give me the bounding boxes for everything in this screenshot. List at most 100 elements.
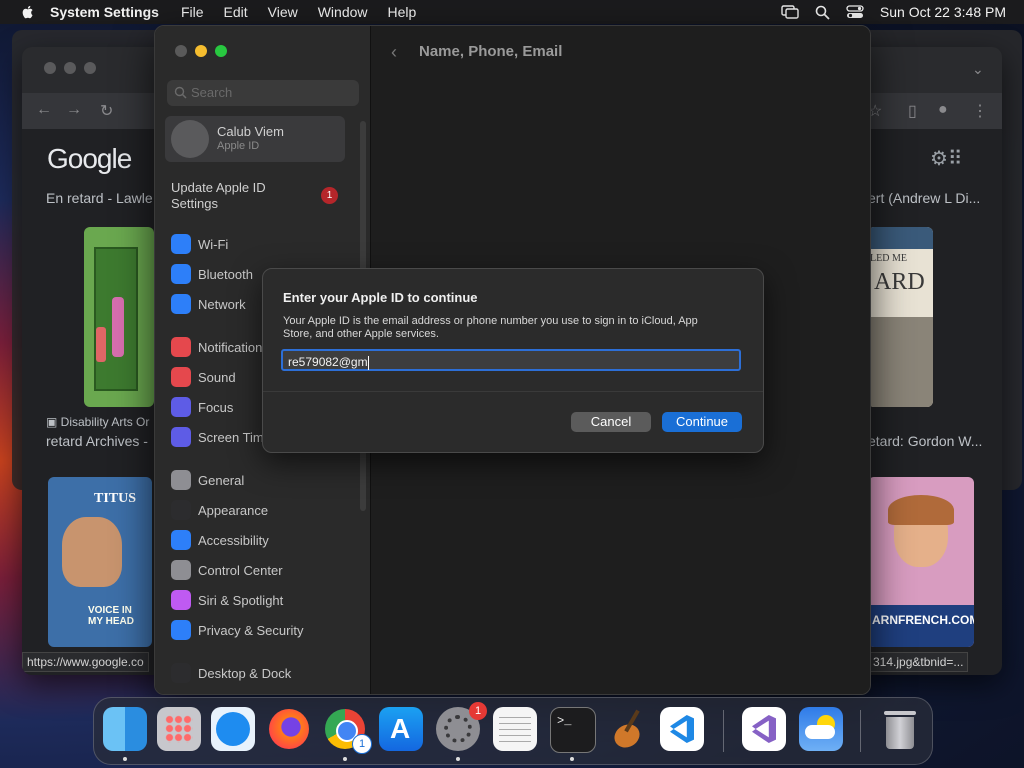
sidebar-item-sound[interactable]: Sound: [171, 367, 236, 387]
sidebar-item-appearance[interactable]: Appearance: [171, 500, 268, 520]
sidebar-item-network[interactable]: Network: [171, 294, 246, 314]
control-center-icon[interactable]: [846, 5, 864, 19]
weather-icon[interactable]: [799, 707, 843, 751]
sidebar-item-notifications[interactable]: Notifications: [171, 337, 269, 357]
wifi-icon: [171, 234, 191, 254]
update-badge: 1: [321, 187, 338, 204]
kebab-menu-icon[interactable]: ⋮: [972, 101, 988, 121]
text-cursor: [367, 355, 369, 370]
system-settings-badge: 1: [469, 702, 487, 720]
menu-window[interactable]: Window: [318, 4, 368, 20]
zoom-dot[interactable]: [84, 62, 96, 74]
sidebar-item-control-center[interactable]: Control Center: [171, 560, 283, 580]
moon-icon: [171, 397, 191, 417]
apple-id-input[interactable]: re579082@gm: [281, 349, 741, 371]
siri-icon: [171, 590, 191, 610]
menu-clock[interactable]: Sun Oct 22 3:48 PM: [880, 4, 1006, 20]
sidebar-item-general[interactable]: General: [171, 470, 244, 490]
continue-button[interactable]: Continue: [662, 412, 742, 432]
back-chevron-icon[interactable]: ‹: [391, 42, 397, 63]
app-store-icon[interactable]: A: [379, 707, 423, 751]
sidebar-item-label: Network: [198, 296, 246, 312]
textedit-icon[interactable]: [493, 707, 537, 751]
garageband-icon[interactable]: [606, 707, 650, 753]
sidebar-item-accessibility[interactable]: Accessibility: [171, 530, 269, 550]
close-dot[interactable]: [44, 62, 56, 74]
menu-edit[interactable]: Edit: [224, 4, 248, 20]
screen-mirroring-icon[interactable]: [781, 5, 799, 19]
dock-separator: [723, 710, 724, 752]
settings-gear-icon[interactable]: ⚙⠿: [930, 146, 963, 171]
menu-file[interactable]: File: [181, 4, 204, 20]
back-arrow-icon[interactable]: ←: [36, 101, 52, 119]
apple-menu-icon[interactable]: [20, 4, 36, 20]
dock-separator: [860, 710, 861, 752]
result-source-label: Disability Arts Or: [60, 415, 150, 429]
chevron-down-icon[interactable]: ⌄: [972, 61, 984, 78]
search-placeholder: Search: [191, 85, 233, 100]
result-title[interactable]: En retard - Lawle: [46, 190, 153, 206]
vscode-icon[interactable]: [660, 707, 704, 751]
apple-id-account[interactable]: Calub Viem Apple ID: [165, 116, 345, 162]
sidebar-item-siri-spotlight[interactable]: Siri & Spotlight: [171, 590, 283, 610]
cancel-button[interactable]: Cancel: [571, 412, 651, 432]
sidebar-item-label: Screen Time: [198, 429, 271, 445]
sidebar-item-bluetooth[interactable]: Bluetooth: [171, 264, 253, 284]
dvd-title-text: TITUS: [94, 491, 137, 506]
appearance-icon: [171, 500, 191, 520]
running-indicator: [570, 757, 574, 761]
search-field[interactable]: Search: [167, 80, 359, 106]
minimize-dot[interactable]: [64, 62, 76, 74]
terminal-icon[interactable]: >_: [550, 707, 596, 753]
dvd-thumbnail[interactable]: TITUS VOICE IN MY HEAD: [48, 477, 152, 647]
dock-icon: [171, 663, 191, 683]
status-url: https://www.google.co: [22, 652, 149, 672]
bell-icon: [171, 337, 191, 357]
update-apple-id-settings[interactable]: Update Apple ID Settings: [171, 180, 301, 212]
result-source[interactable]: ▣ Disability Arts Or: [46, 415, 149, 429]
book-thumbnail[interactable]: LED ME ARD: [868, 227, 933, 407]
sidebar-item-desktop-dock[interactable]: Desktop & Dock: [171, 663, 291, 683]
close-button[interactable]: [175, 45, 187, 57]
firefox-icon[interactable]: [267, 707, 311, 751]
sidebar-item-privacy-security[interactable]: Privacy & Security: [171, 620, 303, 640]
sidebar-item-label: Privacy & Security: [198, 622, 304, 638]
visual-studio-icon[interactable]: [742, 707, 786, 751]
trash-icon[interactable]: [878, 707, 922, 751]
menu-view[interactable]: View: [268, 4, 298, 20]
cartoon-thumbnail[interactable]: [84, 227, 154, 407]
finder-icon[interactable]: [103, 707, 147, 751]
book-title-text: LED ME: [870, 253, 907, 264]
result-title[interactable]: retard Archives -: [46, 433, 148, 449]
launchpad-icon[interactable]: [157, 707, 201, 751]
reload-icon[interactable]: ↻: [100, 101, 113, 121]
sidebar-item-wi-fi[interactable]: Wi-Fi: [171, 234, 228, 254]
minimize-button[interactable]: [195, 45, 207, 57]
sidebar-icon[interactable]: ▯: [908, 101, 917, 121]
avatar: [171, 120, 209, 158]
hand-icon: [171, 620, 191, 640]
account-name: Calub Viem: [217, 124, 284, 139]
spotlight-search-icon[interactable]: [815, 5, 830, 20]
portrait-caption-text: ARNFRENCH.COM: [872, 613, 974, 627]
sidebar-item-screen-time[interactable]: Screen Time: [171, 427, 271, 447]
app-name[interactable]: System Settings: [50, 4, 159, 20]
dialog-title: Enter your Apple ID to continue: [283, 290, 478, 305]
content-title: Name, Phone, Email: [419, 43, 563, 60]
sidebar-item-focus[interactable]: Focus: [171, 397, 233, 417]
accessibility-icon: [171, 530, 191, 550]
sidebar-item-label: General: [198, 472, 245, 488]
safari-icon[interactable]: [211, 707, 255, 751]
menu-help[interactable]: Help: [388, 4, 417, 20]
sidebar-item-label: Wi-Fi: [198, 236, 229, 252]
zoom-button[interactable]: [215, 45, 227, 57]
forward-arrow-icon[interactable]: →: [66, 101, 82, 119]
dvd-subtitle-text: VOICE IN MY HEAD: [88, 605, 134, 627]
sidebar-item-label: Notifications: [198, 339, 269, 355]
apple-id-input-value: re579082@gm: [288, 355, 368, 369]
result-title[interactable]: ert (Andrew L Di...: [868, 190, 980, 206]
google-logo[interactable]: Google: [47, 143, 132, 175]
portrait-thumbnail[interactable]: ARNFRENCH.COM: [868, 477, 974, 647]
result-title[interactable]: etard: Gordon W...: [868, 433, 982, 449]
profile-icon[interactable]: ●: [938, 101, 948, 119]
